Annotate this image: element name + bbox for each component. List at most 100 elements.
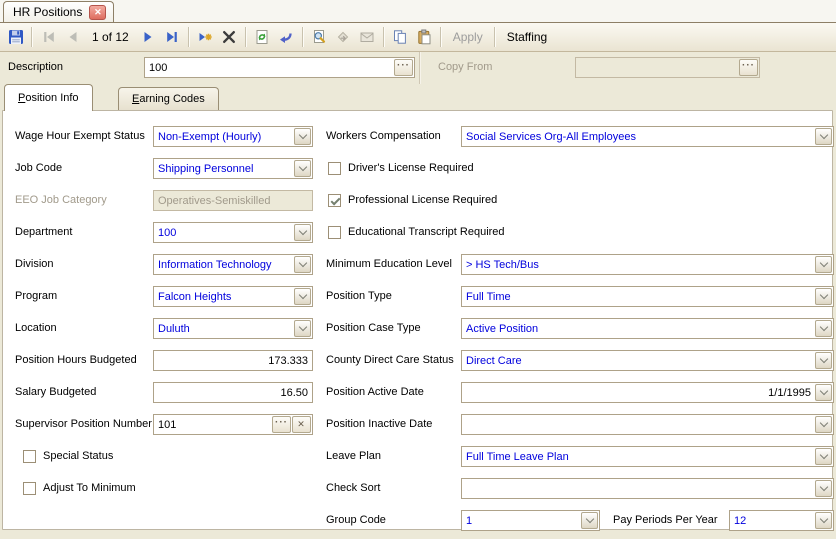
undo-icon[interactable] [275,26,298,48]
position-inactive-date-field[interactable] [461,414,834,435]
position-case-type-select[interactable]: Active Position [461,318,834,339]
position-active-date-field[interactable]: 1/1/1995 [461,382,834,403]
salary-budgeted-field[interactable]: 16.50 [153,382,313,403]
email-icon[interactable] [356,26,379,48]
chevron-down-icon[interactable] [294,160,311,177]
goto-icon[interactable] [332,26,355,48]
position-hours-budgeted-field[interactable]: 173.333 [153,350,313,371]
drivers-license-required-checkbox[interactable] [328,162,341,175]
chevron-down-icon[interactable] [294,224,311,241]
description-lookup-button[interactable] [394,59,413,76]
pay-periods-per-year-select[interactable]: 12 [729,510,834,531]
refresh-icon[interactable] [251,26,274,48]
copy-icon[interactable] [389,26,412,48]
last-record-icon[interactable] [161,26,184,48]
wage-hour-exempt-status-label: Wage Hour Exempt Status [15,126,145,147]
position-type-select[interactable]: Full Time [461,286,834,307]
save-icon[interactable] [4,26,27,48]
paste-icon[interactable] [413,26,436,48]
professional-license-required-checkbox[interactable] [328,194,341,207]
chevron-down-icon[interactable] [815,256,832,273]
previous-record-icon[interactable] [61,26,84,48]
toolbar-separator [494,27,496,47]
adjust-to-minimum-checkbox[interactable] [23,482,36,495]
description-field[interactable]: 100 [144,57,415,78]
chevron-down-icon[interactable] [815,448,832,465]
new-record-icon[interactable] [194,26,217,48]
next-record-icon[interactable] [137,26,160,48]
chevron-down-icon[interactable] [815,320,832,337]
special-status-label: Special Status [43,446,113,467]
chevron-down-icon[interactable] [581,512,598,529]
chevron-down-icon[interactable] [815,384,832,401]
salary-budgeted-label: Salary Budgeted [15,382,96,403]
chevron-down-icon[interactable] [815,128,832,145]
program-select[interactable]: Falcon Heights [153,286,313,307]
workers-compensation-select[interactable]: Social Services Org-All Employees [461,126,834,147]
copy-from-lookup-button[interactable] [739,59,758,76]
eeo-job-category-label: EEO Job Category [15,190,107,211]
educational-transcript-required-checkbox[interactable] [328,226,341,239]
record-header: Description 100 Copy From [0,51,836,84]
wage-hour-exempt-status-select[interactable]: Non-Exempt (Hourly) [153,126,313,147]
close-icon[interactable] [89,5,106,20]
chevron-down-icon[interactable] [815,288,832,305]
apply-button[interactable]: Apply [453,30,483,44]
chevron-down-icon[interactable] [294,288,311,305]
division-select[interactable]: Information Technology [153,254,313,275]
toolbar-separator [440,27,442,47]
field-value: Duluth [154,320,294,338]
job-code-label: Job Code [15,158,62,179]
chevron-down-icon[interactable] [815,512,832,529]
document-tab-bar: HR Positions [0,0,836,23]
location-select[interactable]: Duluth [153,318,313,339]
supervisor-clear-button[interactable] [292,416,311,433]
supervisor-lookup-button[interactable] [272,416,291,433]
check-sort-select[interactable] [461,478,834,499]
position-inactive-date-label: Position Inactive Date [326,414,432,435]
field-value: Information Technology [154,256,294,274]
field-value: Shipping Personnel [154,160,294,178]
job-code-select[interactable]: Shipping Personnel [153,158,313,179]
county-direct-care-status-select[interactable]: Direct Care [461,350,834,371]
staffing-button[interactable]: Staffing [507,30,547,44]
leave-plan-select[interactable]: Full Time Leave Plan [461,446,834,467]
minimum-education-level-label: Minimum Education Level [326,254,452,275]
chevron-down-icon[interactable] [815,480,832,497]
delete-icon[interactable] [218,26,241,48]
chevron-down-icon[interactable] [294,128,311,145]
field-value: Social Services Org-All Employees [462,128,815,146]
tab-label: Earning Codes [132,93,205,105]
field-value: 173.333 [154,352,312,370]
department-select[interactable]: 100 [153,222,313,243]
document-tab-title: HR Positions [13,5,82,19]
toolbar-separator [245,27,247,47]
position-type-label: Position Type [326,286,392,307]
tab-earning-codes[interactable]: Earning Codes [118,87,219,110]
supervisor-position-number-field[interactable]: 101 [153,414,313,435]
document-tab-hr-positions[interactable]: HR Positions [3,1,114,22]
copy-from-field [575,57,760,78]
first-record-icon[interactable] [37,26,60,48]
toolbar: 1 of 12 [0,23,836,52]
toolbar-separator [31,27,33,47]
hr-positions-window: HR Positions 1 of 12 [0,0,836,539]
chevron-down-icon[interactable] [815,352,832,369]
minimum-education-level-select[interactable]: > HS Tech/Bus [461,254,834,275]
field-value: Non-Exempt (Hourly) [154,128,294,146]
group-code-select[interactable]: 1 [461,510,600,531]
chevron-down-icon[interactable] [815,416,832,433]
field-value: 12 [730,512,815,530]
print-preview-icon[interactable] [308,26,331,48]
chevron-down-icon[interactable] [294,320,311,337]
chevron-down-icon[interactable] [294,256,311,273]
supervisor-position-number-label: Supervisor Position Number [15,414,152,435]
special-status-checkbox[interactable] [23,450,36,463]
position-info-panel: Wage Hour Exempt Status Non-Exempt (Hour… [2,110,833,530]
tab-position-info[interactable]: Position Info [4,84,93,111]
department-label: Department [15,222,72,243]
field-value: Falcon Heights [154,288,294,306]
field-value: Active Position [462,320,815,338]
description-label: Description [8,57,63,78]
location-label: Location [15,318,57,339]
